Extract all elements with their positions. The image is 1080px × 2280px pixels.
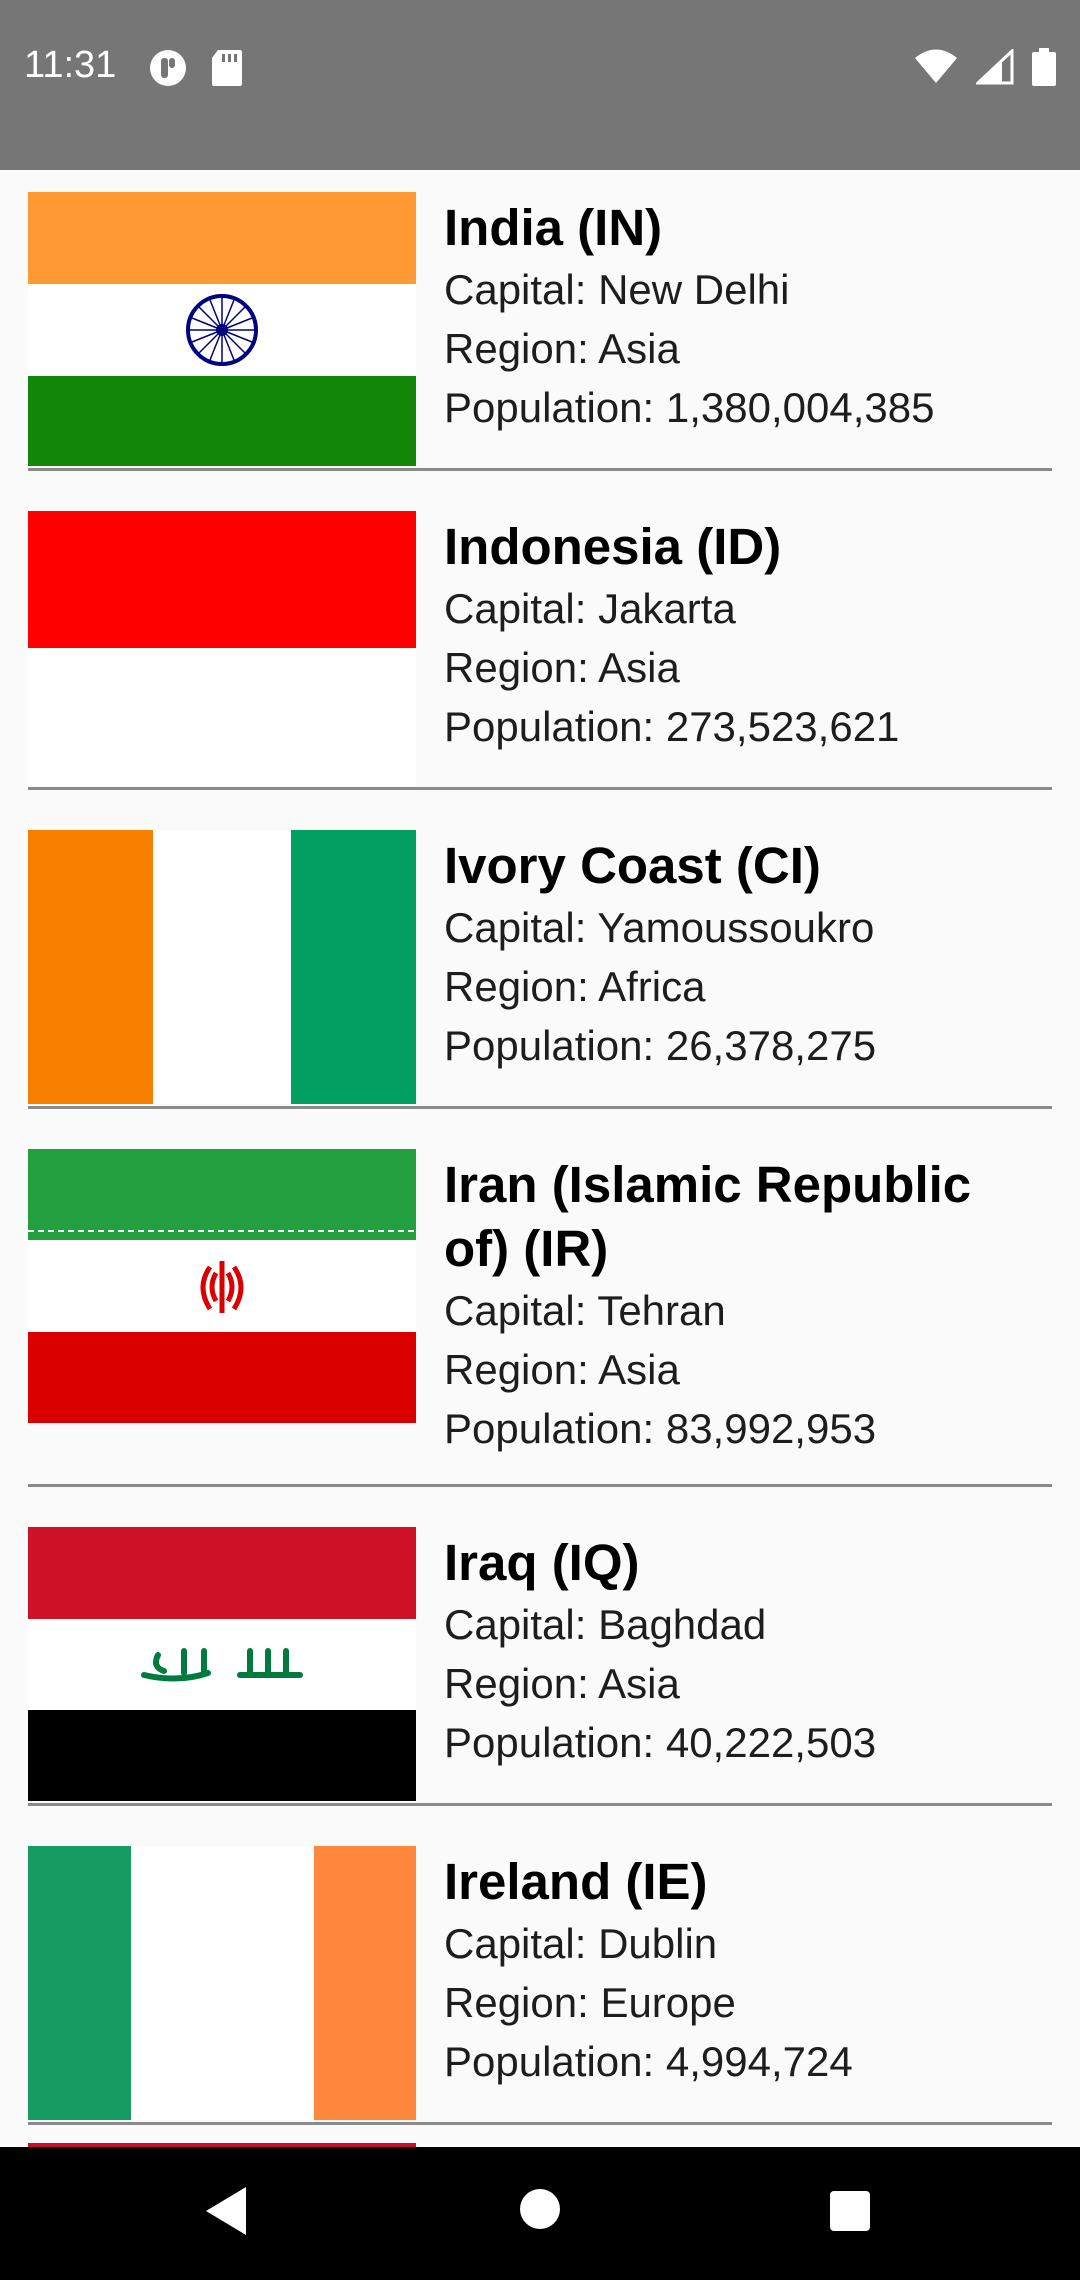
region-line: Region: Asia: [444, 1346, 680, 1393]
country-info: Iraq (IQ) Capital: Baghdad Region: Asia …: [444, 1527, 1044, 1772]
ireland-flag: [28, 1846, 416, 2120]
notification-icon: [148, 48, 188, 93]
country-list[interactable]: India (IN) Capital: New Delhi Region: As…: [0, 170, 1080, 2147]
battery-icon: [1032, 48, 1056, 91]
list-item[interactable]: India (IN) Capital: New Delhi Region: As…: [28, 170, 1052, 471]
region-value: Asia: [598, 1660, 680, 1707]
capital-value: New Delhi: [598, 266, 790, 313]
navigation-bar: [0, 2147, 1080, 2280]
list-item[interactable]: Ivory Coast (CI) Capital: Yamoussoukro R…: [28, 808, 1052, 1109]
region-line: Region: Africa: [444, 963, 706, 1010]
capital-value: Dublin: [598, 1920, 718, 1967]
status-icons-left: [148, 48, 244, 93]
population-line: Population: 4,994,724: [444, 2038, 853, 2085]
list-item[interactable]: Iraq (IQ) Capital: Baghdad Region: Asia …: [28, 1505, 1052, 1806]
region-line: Region: Asia: [444, 644, 680, 691]
capital-line: Capital: Yamoussoukro: [444, 904, 875, 951]
population-line: Population: 26,378,275: [444, 1022, 877, 1069]
country-name: Iraq (IQ): [444, 1534, 640, 1591]
recents-icon[interactable]: [828, 2189, 872, 2238]
country-info: Iran (Islamic Republic of) (IR) Capital:…: [444, 1149, 1044, 1458]
list-item[interactable]: Iran (Islamic Republic of) (IR) Capital:…: [28, 1127, 1052, 1487]
capital-value: Tehran: [597, 1287, 726, 1334]
capital-line: Capital: New Delhi: [444, 266, 790, 313]
india-flag: [28, 192, 416, 466]
sd-card-icon: [210, 48, 244, 93]
status-time: 11:31: [24, 44, 117, 86]
population-line: Population: 40,222,503: [444, 1719, 877, 1766]
country-info: Indonesia (ID) Capital: Jakarta Region: …: [444, 511, 1044, 756]
capital-line: Capital: Tehran: [444, 1287, 726, 1334]
country-name: Indonesia (ID): [444, 518, 782, 575]
list-item[interactable]: Indonesia (ID) Capital: Jakarta Region: …: [28, 489, 1052, 790]
country-info: India (IN) Capital: New Delhi Region: As…: [444, 192, 1044, 437]
population-value: 4,994,724: [665, 2038, 853, 2085]
country-info: Ivory Coast (CI) Capital: Yamoussoukro R…: [444, 830, 1044, 1075]
region-value: Africa: [598, 963, 706, 1010]
population-value: 26,378,275: [665, 1022, 877, 1069]
capital-value: Jakarta: [598, 585, 736, 632]
country-info: Ireland (IE) Capital: Dublin Region: Eur…: [444, 1846, 1044, 2091]
country-name: Ireland (IE): [444, 1853, 708, 1910]
capital-line: Capital: Dublin: [444, 1920, 718, 1967]
status-icons-right: [914, 47, 1056, 91]
region-value: Asia: [598, 325, 680, 372]
ivory-coast-flag: [28, 830, 416, 1104]
population-value: 40,222,503: [665, 1719, 877, 1766]
region-value: Europe: [600, 1979, 736, 2026]
country-name: India (IN): [444, 199, 663, 256]
home-icon[interactable]: [518, 2187, 562, 2236]
country-name: Iran (Islamic Republic of) (IR): [444, 1156, 972, 1277]
population-line: Population: 83,992,953: [444, 1405, 877, 1452]
population-line: Population: 273,523,621: [444, 703, 900, 750]
population-value: 1,380,004,385: [665, 384, 935, 431]
capital-line: Capital: Jakarta: [444, 585, 736, 632]
population-value: 273,523,621: [665, 703, 900, 750]
region-line: Region: Europe: [444, 1979, 736, 2026]
back-icon[interactable]: [202, 2183, 250, 2244]
list-item[interactable]: Ireland (IE) Capital: Dublin Region: Eur…: [28, 1824, 1052, 2125]
region-line: Region: Asia: [444, 325, 680, 372]
population-value: 83,992,953: [665, 1405, 877, 1452]
capital-line: Capital: Baghdad: [444, 1601, 767, 1648]
region-line: Region: Asia: [444, 1660, 680, 1707]
region-value: Asia: [598, 1346, 680, 1393]
signal-icon: [974, 47, 1014, 90]
region-value: Asia: [598, 644, 680, 691]
capital-value: Yamoussoukro: [597, 904, 875, 951]
iran-flag: [28, 1149, 416, 1423]
wifi-icon: [914, 49, 958, 90]
country-name: Ivory Coast (CI): [444, 837, 821, 894]
status-bar: 11:31: [0, 0, 1080, 170]
iraq-flag: [28, 1527, 416, 1801]
population-line: Population: 1,380,004,385: [444, 384, 935, 431]
capital-value: Baghdad: [598, 1601, 767, 1648]
indonesia-flag: [28, 511, 416, 785]
